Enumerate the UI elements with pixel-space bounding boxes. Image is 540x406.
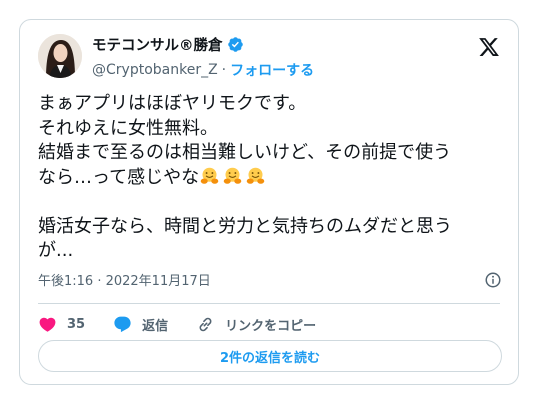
- copy-link-button[interactable]: リンクをコピー: [196, 315, 316, 334]
- tweet-actions: 35 返信 リンクをコピー: [38, 311, 344, 337]
- divider: [38, 303, 500, 304]
- tweet-line: まぁアプリはほぼヤリモクです。: [38, 93, 307, 114]
- tweet-line: それゆえに女性無料。: [38, 117, 218, 139]
- tweet-line: 婚活女子なら、時間と労力と気持ちのムダだと思う: [38, 215, 452, 237]
- author-handle[interactable]: @Cryptobanker_Z: [92, 62, 218, 78]
- avatar[interactable]: [38, 34, 82, 78]
- heart-icon: [39, 317, 56, 332]
- hugging-face-emoji-icon: [246, 167, 265, 184]
- hugging-face-emoji-icon: [200, 167, 219, 184]
- separator-dot: ·: [221, 62, 227, 78]
- tweet-meta-row: 午後1:16 · 2022年11月17日: [38, 270, 502, 289]
- hugging-face-emoji-icon: [223, 167, 242, 184]
- x-logo-icon[interactable]: [478, 36, 500, 58]
- tweet-timestamp[interactable]: 午後1:16 · 2022年11月17日: [38, 270, 211, 289]
- like-count: 35: [67, 316, 86, 332]
- author-handle-row: @Cryptobanker_Z · フォローする: [92, 60, 314, 80]
- tweet-card[interactable]: モテコンサル®勝倉 @Cryptobanker_Z · フォローする まぁアプリ…: [19, 19, 519, 385]
- tweet-line: なら…って感じやな: [38, 166, 200, 188]
- verified-badge-icon: [227, 37, 243, 52]
- like-button[interactable]: 35: [38, 315, 85, 334]
- info-icon[interactable]: [484, 271, 502, 289]
- avatar-photo: [38, 34, 82, 78]
- reply-bubble-icon: [114, 316, 131, 332]
- reply-label: 返信: [142, 318, 169, 334]
- author-name[interactable]: モテコンサル®勝倉: [92, 34, 223, 55]
- link-icon: [199, 317, 212, 331]
- copy-link-label: リンクをコピー: [225, 318, 317, 334]
- tweet-line: が...: [38, 240, 74, 261]
- reply-button[interactable]: 返信: [113, 315, 168, 334]
- tweet-text: まぁアプリはほぼヤリモクです。 それゆえに女性無料。 結婚まで至るのは相当難しい…: [38, 92, 508, 264]
- read-replies-button[interactable]: 2件の返信を読む: [38, 340, 502, 372]
- tweet-line: 結婚まで至るのは相当難しいけど、その前提で使う: [38, 142, 452, 163]
- author-name-row: モテコンサル®勝倉: [92, 34, 244, 55]
- follow-button[interactable]: フォローする: [230, 60, 314, 80]
